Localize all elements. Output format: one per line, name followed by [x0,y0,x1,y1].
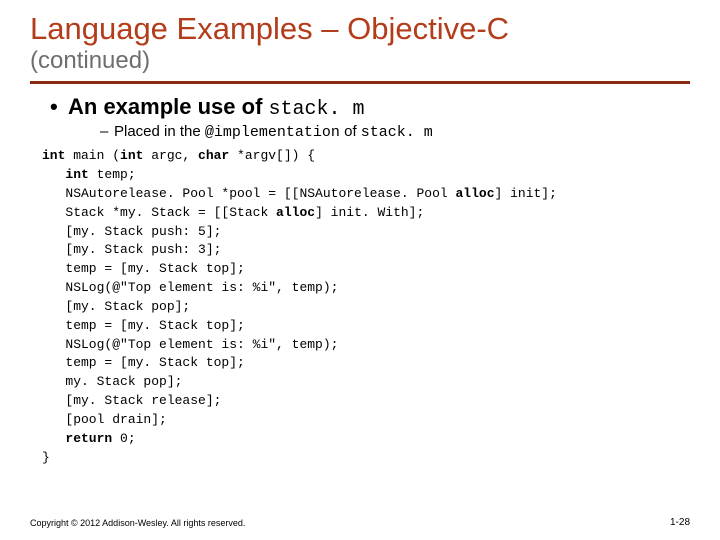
kw-int: int [120,148,143,163]
footer-page-number: 1-28 [670,517,690,528]
footer-copyright: Copyright © 2012 Addison-Wesley. All rig… [30,518,245,528]
slide: Language Examples – Objective-C (continu… [0,0,720,540]
sub-bullet: –Placed in the @implementation of stack.… [100,123,690,141]
slide-subtitle: (continued) [30,47,690,75]
main-bullet-text: An example use of [68,94,269,119]
kw-alloc: alloc [455,186,494,201]
sub-bullet-prefix: Placed in the [114,123,205,140]
title-rule [30,81,690,84]
kw-return: return [65,431,112,446]
sub-bullet-code2: stack. m [361,124,433,141]
slide-title: Language Examples – Objective-C [30,10,690,47]
kw-alloc: alloc [276,205,315,220]
kw-int: int [65,167,88,182]
code-block: int main (int argc, char *argv[]) { int … [42,147,690,467]
main-bullet-code: stack. m [269,98,365,121]
sub-bullet-mid: of [340,123,361,140]
sub-bullet-code1: @implementation [205,124,340,141]
kw-int: int [42,148,65,163]
kw-char: char [198,148,229,163]
bullet-dot-icon: • [50,94,68,120]
bullet-dash-icon: – [100,123,114,140]
main-bullet: •An example use of stack. m [50,94,690,121]
